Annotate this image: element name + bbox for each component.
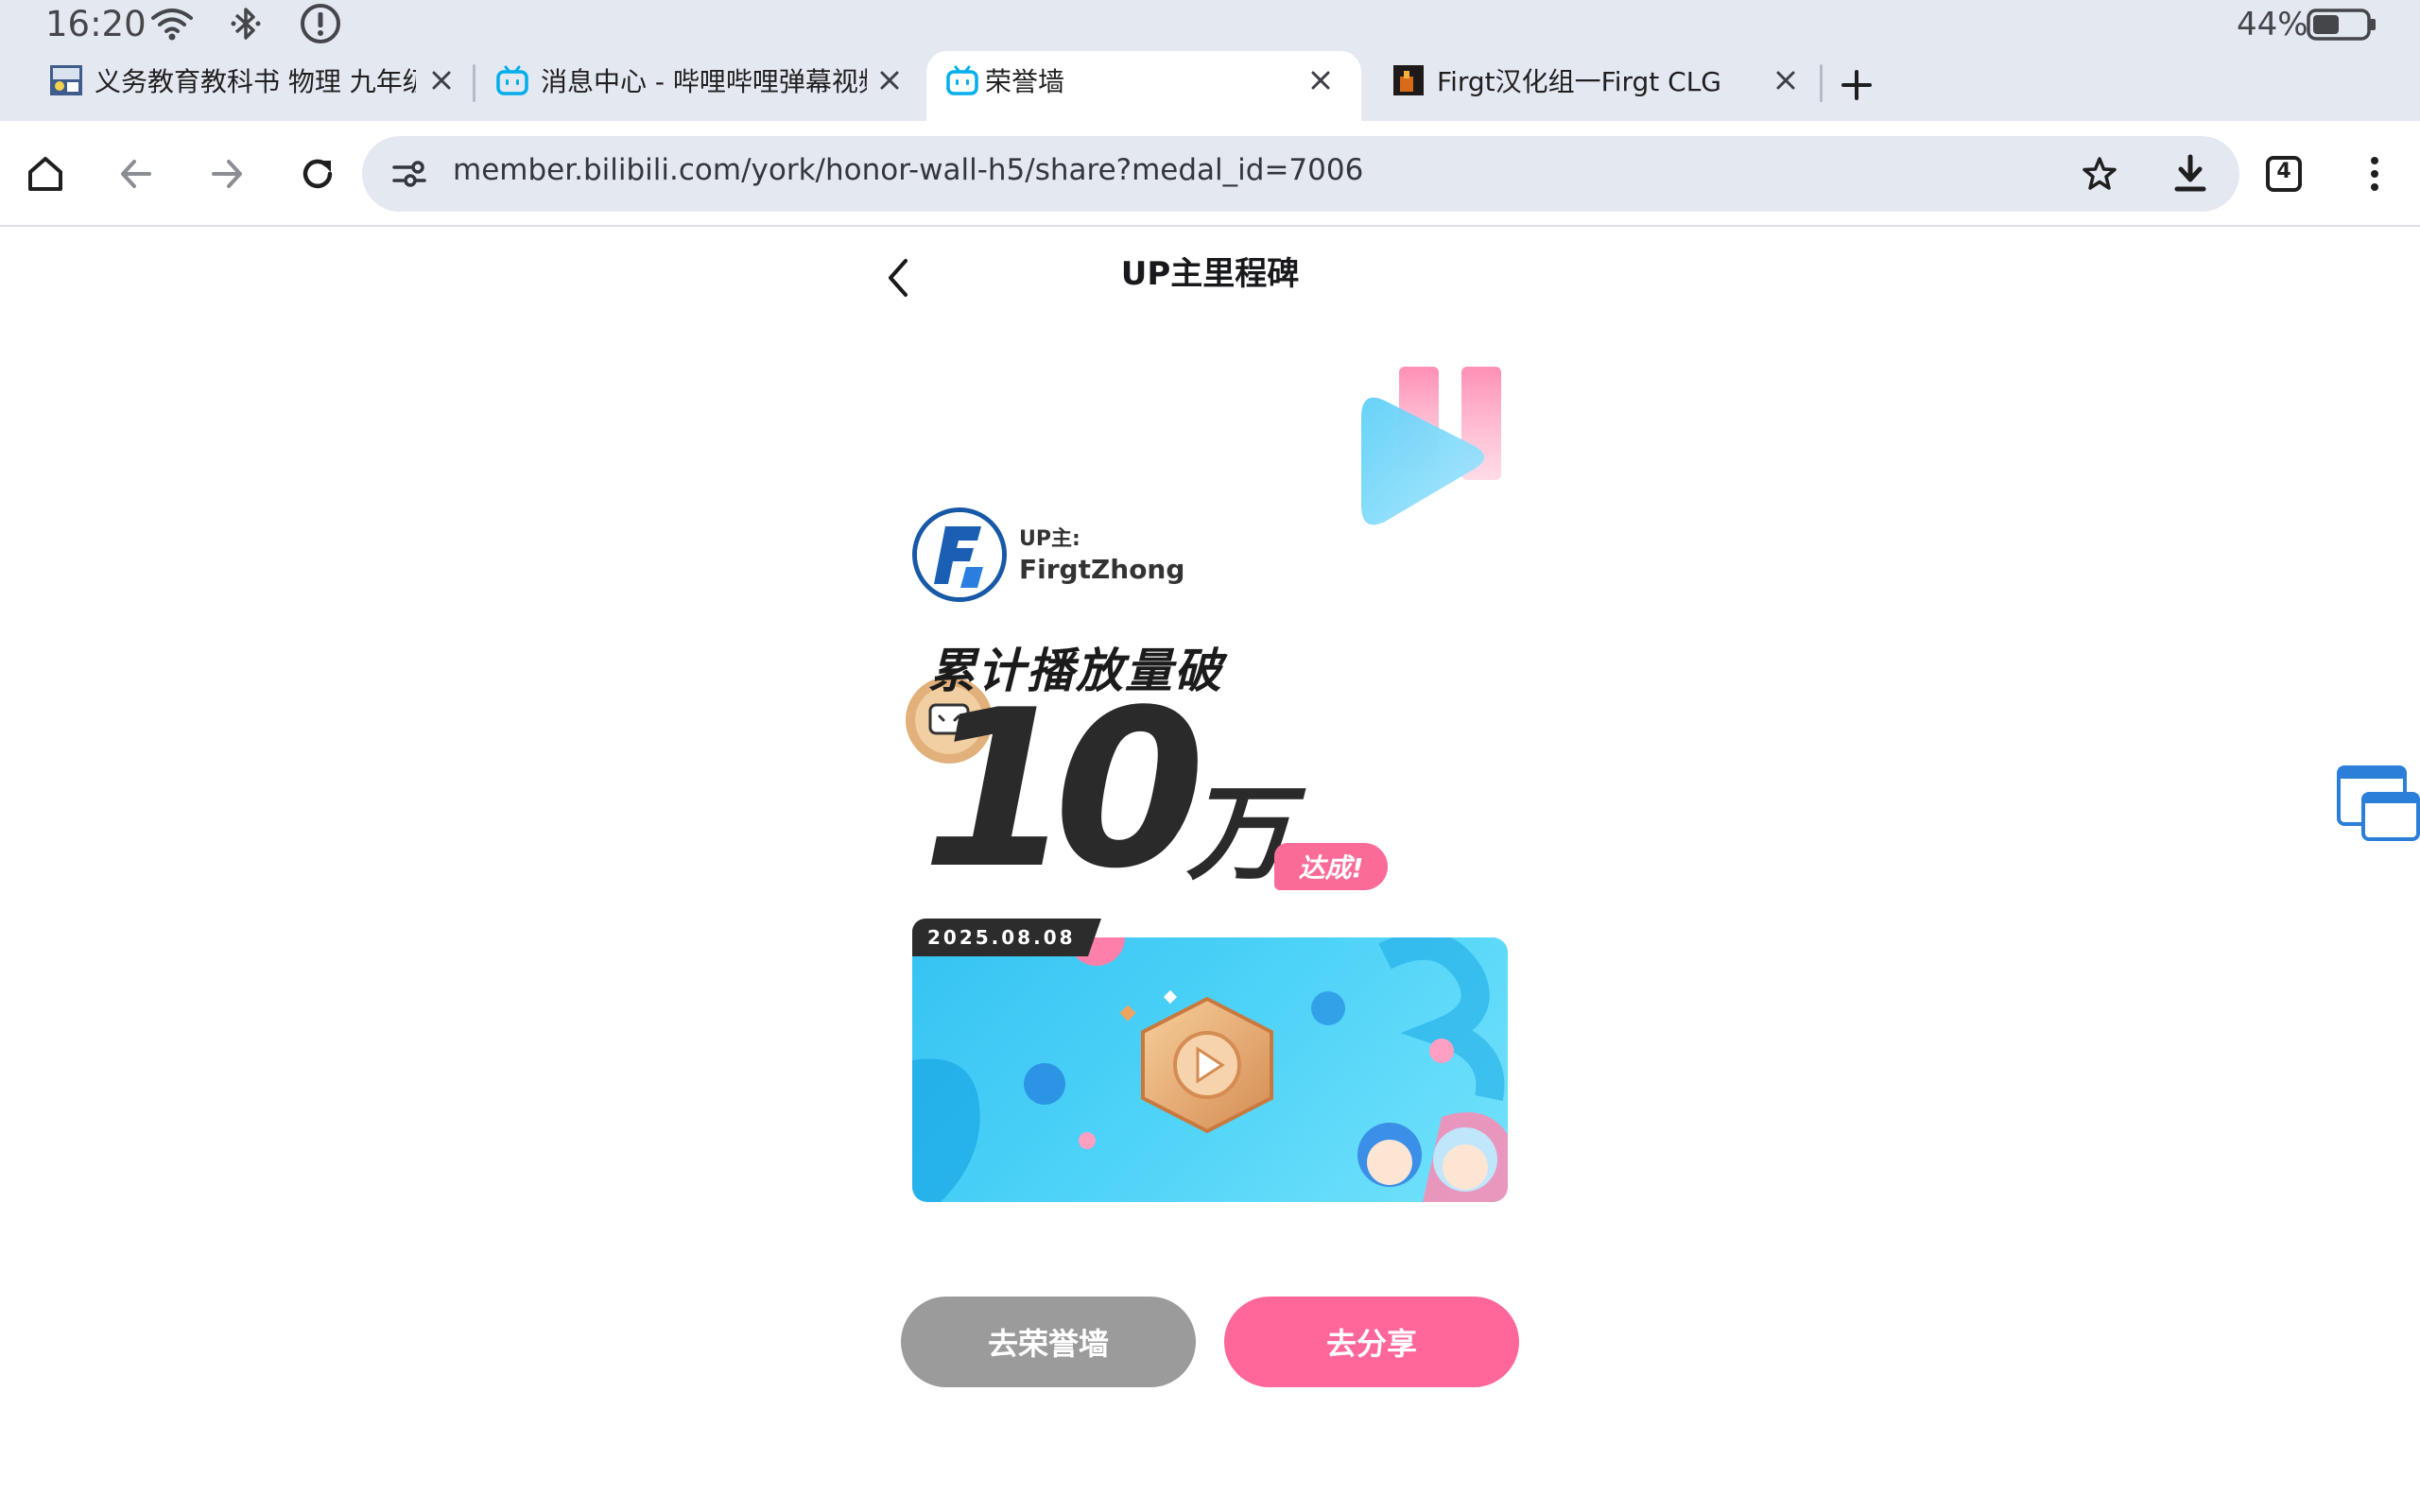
more-vertical-icon	[2371, 157, 2378, 191]
floating-window-icon[interactable]	[2335, 765, 2420, 841]
textbook-favicon	[50, 65, 82, 95]
up-avatar-logo-icon	[917, 512, 1002, 597]
tab-title: 义务教育教科书 物理 九年级	[95, 66, 416, 97]
firgt-favicon	[1393, 65, 1424, 95]
site-settings-icon[interactable]	[390, 155, 428, 193]
tab-separator	[473, 64, 475, 102]
up-label: UP主:	[1019, 527, 1080, 551]
address-bar[interactable]: member.bilibili.com/york/honor-wall-h5/s…	[362, 136, 2239, 212]
tab-title: 荣誉墙	[985, 66, 1065, 97]
milestone-number: 10	[922, 664, 1205, 917]
tab-title: Firgt汉化组一Firgt CLG	[1437, 66, 1721, 97]
home-button[interactable]	[21, 149, 70, 198]
reload-button[interactable]	[293, 149, 342, 198]
tab-title: 消息中心 - 哔哩哔哩弹幕视频	[541, 66, 867, 97]
browser-toolbar: member.bilibili.com/york/honor-wall-h5/s…	[0, 121, 2420, 227]
bookmark-star-icon[interactable]	[2081, 155, 2118, 193]
share-button[interactable]: 去分享	[1224, 1297, 1519, 1387]
back-button[interactable]	[112, 149, 161, 198]
tab-separator	[1820, 64, 1823, 102]
download-icon[interactable]	[2171, 153, 2209, 195]
tab-switcher-button[interactable]: 4	[2259, 149, 2308, 198]
bluetooth-icon	[229, 0, 263, 47]
go-honor-wall-button[interactable]: 去荣誉墙	[901, 1297, 1196, 1387]
new-tab-icon[interactable]	[1838, 66, 1876, 104]
alert-icon	[299, 0, 342, 47]
forward-button[interactable]	[202, 149, 251, 198]
url-text[interactable]: member.bilibili.com/york/honor-wall-h5/s…	[453, 153, 1363, 187]
medal-illustration-icon	[912, 937, 1508, 1202]
tab-honor-wall[interactable]: 荣誉墙	[926, 51, 1361, 121]
reload-icon	[302, 159, 333, 189]
tab-firgt[interactable]: Firgt汉化组一Firgt CLG	[1392, 51, 1807, 121]
avatar[interactable]	[912, 507, 1007, 602]
medal-banner	[912, 937, 1508, 1202]
achieved-badge: 达成!	[1274, 843, 1388, 890]
wifi-icon	[149, 0, 195, 47]
tab-message-center[interactable]: 消息中心 - 哔哩哔哩弹幕视频	[495, 51, 911, 121]
close-icon[interactable]	[873, 64, 906, 96]
arrow-left-icon	[121, 160, 151, 188]
close-icon[interactable]	[1770, 64, 1802, 96]
medal-date: 2025.08.08	[912, 919, 1101, 956]
status-time: 16:20	[45, 4, 147, 44]
home-icon	[28, 157, 62, 191]
milestone-card: UP主: FirgtZhong 累计播放量破 10 万 达成! 2025.08.…	[901, 361, 1519, 1387]
battery-icon	[2307, 0, 2378, 47]
tab-textbook[interactable]: 义务教育教科书 物理 九年级	[49, 51, 460, 121]
tab-count: 4	[2276, 160, 2291, 183]
play-decoration-icon	[1361, 367, 1501, 525]
bilibili-favicon	[946, 65, 978, 95]
arrow-right-icon	[212, 160, 242, 188]
page-title: UP主里程碑	[1120, 255, 1300, 293]
chevron-left-icon[interactable]	[879, 248, 917, 304]
menu-button[interactable]	[2350, 149, 2399, 198]
close-icon[interactable]	[1305, 64, 1337, 96]
up-name[interactable]: FirgtZhong	[1019, 554, 1184, 585]
tab-strip: 义务教育教科书 物理 九年级 消息中心 - 哔哩哔哩弹幕视频 荣誉墙 Firgt…	[0, 51, 2420, 121]
page-content: UP主里程碑 UP主: FirgtZhong 累计播放量破 10 万 达成! 2…	[0, 229, 2420, 1512]
bilibili-favicon	[496, 65, 528, 95]
close-icon[interactable]	[425, 64, 458, 96]
battery-percent: 44%	[2237, 6, 2308, 43]
status-bar: 16:20 44%	[0, 0, 2420, 51]
date-text: 2025.08.08	[927, 926, 1076, 949]
